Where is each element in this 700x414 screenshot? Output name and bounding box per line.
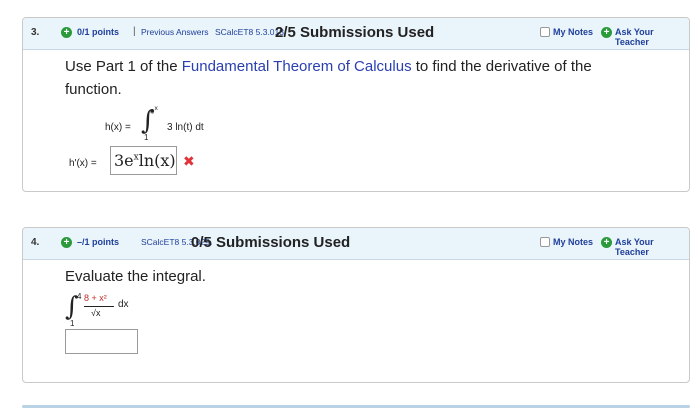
derivative-lhs: h'(x) = [69, 158, 97, 169]
question-number: 4. [31, 237, 40, 248]
fraction-denominator: √x [91, 308, 101, 318]
ask-teacher-plus-icon[interactable]: + [601, 237, 612, 248]
previous-answers-link[interactable]: Previous Answers [141, 27, 209, 37]
differential: dx [118, 299, 129, 310]
my-notes-label[interactable]: My Notes [553, 237, 593, 247]
ask-teacher-link[interactable]: Ask Your Teacher [615, 237, 689, 257]
prompt-text: Use Part 1 of the [65, 58, 182, 75]
submissions-used: 2/5 Submissions Used [275, 24, 435, 41]
next-question-edge [22, 405, 690, 408]
submissions-used: 0/5 Submissions Used [191, 234, 351, 251]
points-label: –/1 points [77, 237, 120, 247]
prompt-line-2: function. [65, 81, 122, 98]
my-notes-checkbox[interactable] [540, 27, 550, 37]
separator: | [133, 26, 136, 37]
expand-plus-icon[interactable]: + [61, 237, 72, 248]
ftc-link[interactable]: Fundamental Theorem of Calculus [182, 58, 412, 75]
my-notes-checkbox[interactable] [540, 237, 550, 247]
ask-teacher-plus-icon[interactable]: + [601, 27, 612, 38]
question-prompt: Use Part 1 of the Fundamental Theorem of… [65, 56, 592, 78]
question-4-header: 4. + –/1 points SCalcET8 5.3.029. 0/5 Su… [23, 228, 689, 260]
answer-value: 3exln(x) [114, 151, 176, 170]
question-3-header: 3. + 0/1 points | Previous Answers SCalc… [23, 18, 689, 50]
prompt-text-after: to find the derivative of the [411, 58, 592, 75]
lower-limit: 1 [144, 133, 149, 142]
incorrect-icon: ✖ [183, 153, 195, 169]
question-4: 4. + –/1 points SCalcET8 5.3.029. 0/5 Su… [22, 227, 690, 383]
ask-teacher-link[interactable]: Ask Your Teacher [615, 27, 689, 47]
my-notes-label[interactable]: My Notes [553, 27, 593, 37]
question-prompt: Evaluate the integral. [65, 268, 206, 285]
question-number: 3. [31, 27, 40, 38]
integrand: 3 ln(t) dt [167, 122, 204, 133]
lower-limit: 1 [70, 319, 75, 328]
expand-plus-icon[interactable]: + [61, 27, 72, 38]
upper-limit: ex [150, 105, 158, 116]
points-label: 0/1 points [77, 27, 120, 37]
question-3: 3. + 0/1 points | Previous Answers SCalc… [22, 17, 690, 192]
answer-field[interactable] [65, 329, 138, 354]
upper-limit: 4 [77, 292, 82, 301]
fraction-numerator: 8 + x² [84, 293, 107, 303]
function-lhs: h(x) = [105, 122, 131, 133]
fraction-bar [84, 306, 114, 307]
